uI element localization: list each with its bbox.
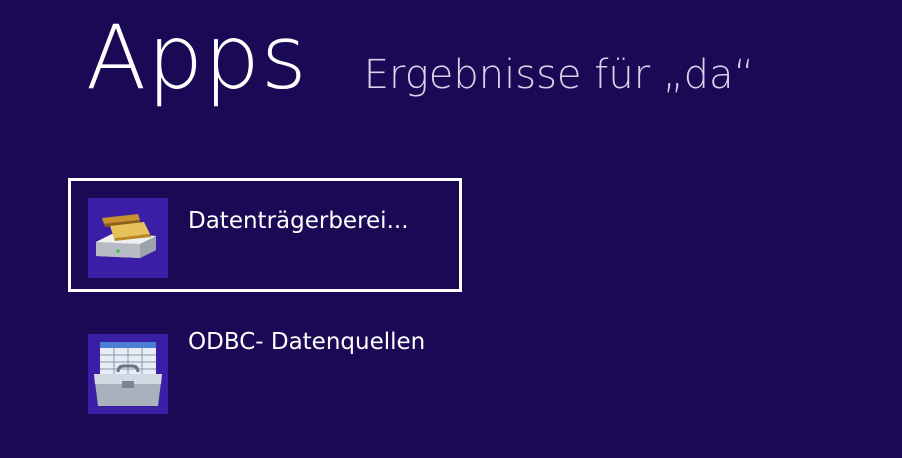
results-list: Datenträgerberei... ODBC- Datenquellen xyxy=(68,178,462,428)
search-results-subtitle: Ergebnisse für „da“ xyxy=(363,52,755,98)
page-title: Apps xyxy=(86,6,308,109)
odbc-toolbox-icon xyxy=(88,334,168,414)
disk-cleanup-icon xyxy=(88,198,168,278)
search-header: Apps Ergebnisse für „da“ xyxy=(86,14,754,102)
result-item-disk-cleanup[interactable]: Datenträgerberei... xyxy=(68,178,462,292)
result-item-label: ODBC- Datenquellen xyxy=(188,329,426,355)
result-item-label: Datenträgerberei... xyxy=(188,208,409,234)
result-item-odbc[interactable]: ODBC- Datenquellen xyxy=(68,314,462,428)
